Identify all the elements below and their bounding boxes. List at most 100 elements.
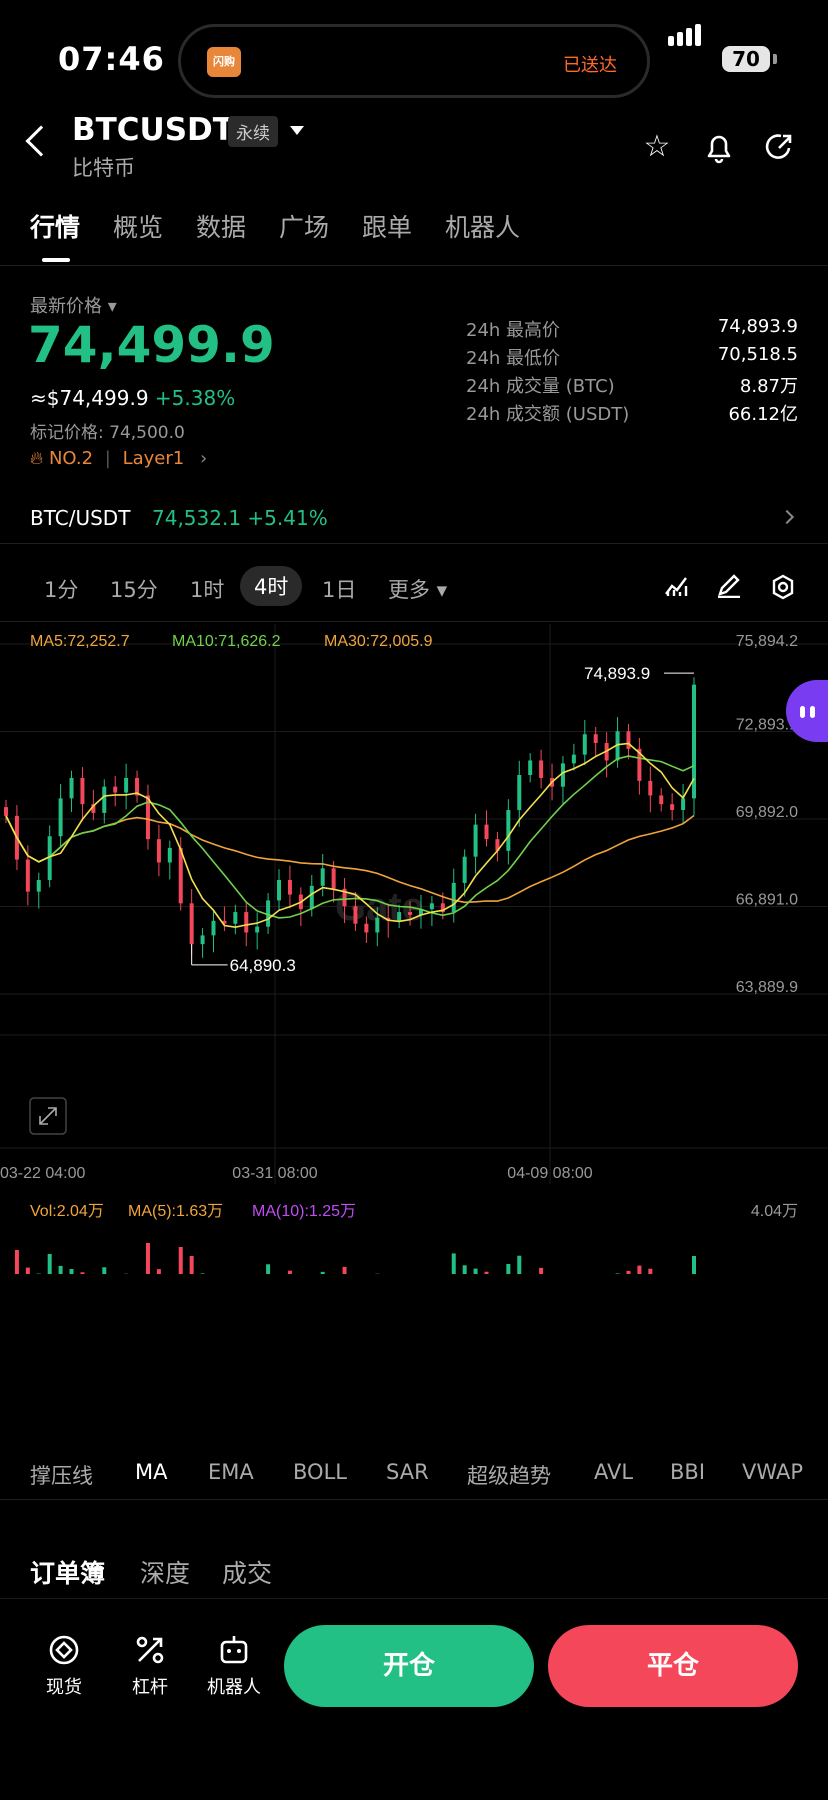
- interval-15m[interactable]: 15分: [110, 574, 158, 604]
- spot-pair-link[interactable]: BTC/USDT 74,532.1 +5.41%: [0, 498, 828, 544]
- volume-bar: [189, 1256, 194, 1274]
- indicator-supertrend[interactable]: 超级趋势: [467, 1460, 551, 1490]
- share-icon[interactable]: [762, 130, 796, 164]
- candle-body: [167, 847, 172, 863]
- y-tick-label: 63,889.9: [736, 979, 798, 996]
- candle-body: [320, 868, 325, 886]
- y-tick-label: 66,891.0: [736, 892, 798, 909]
- tab-bots[interactable]: 机器人: [445, 208, 520, 244]
- volume-bar: [47, 1254, 52, 1274]
- candle-body: [484, 824, 489, 840]
- candle-body: [244, 912, 249, 933]
- candle-body: [211, 920, 216, 936]
- leverage-icon: [110, 1633, 190, 1669]
- usd-price: ≈$74,499.9 +5.38%: [30, 386, 236, 410]
- indicator-bbi[interactable]: BBI: [670, 1460, 705, 1484]
- rank-tag[interactable]: 🔥︎ NO.2 | Layer1 ›: [30, 448, 207, 469]
- indicator-ma[interactable]: MA: [135, 1460, 167, 1484]
- tab-square[interactable]: 广场: [279, 208, 329, 244]
- delivery-status: 已送达: [563, 55, 617, 76]
- contract-type-badge: 永续: [228, 116, 278, 147]
- candle-body: [670, 804, 675, 811]
- candle-body: [451, 882, 456, 913]
- interval-more[interactable]: 更多 ▾: [388, 574, 447, 604]
- indicator-avl[interactable]: AVL: [594, 1460, 633, 1484]
- tab-depth[interactable]: 深度: [140, 1554, 190, 1590]
- interval-4h[interactable]: 4时: [240, 566, 303, 606]
- dynamic-island[interactable]: 闪购 已送达: [178, 24, 650, 98]
- tab-overview[interactable]: 概览: [113, 208, 163, 244]
- stat-low: 24h 最低价 70,518.5: [466, 344, 798, 369]
- price-summary: 最新价格 ▾ 74,499.9 ≈$74,499.9 +5.38% 标记价格: …: [0, 280, 828, 480]
- volume-bar: [517, 1255, 522, 1274]
- candle-body: [397, 912, 402, 921]
- tab-market[interactable]: 行情: [30, 208, 80, 244]
- x-tick-label: 04-09 08:00: [507, 1165, 593, 1182]
- volume-bar: [200, 1273, 205, 1274]
- orderbook-tabs: 订单簿 深度 成交: [0, 1550, 828, 1600]
- volume-bar: [648, 1268, 653, 1274]
- candle-body: [364, 923, 369, 933]
- interval-1d[interactable]: 1日: [322, 574, 356, 604]
- nav-spot[interactable]: 现货: [24, 1633, 104, 1699]
- stat-volume: 24h 成交量 (BTC) 8.87万: [466, 376, 798, 397]
- candle-body: [517, 775, 522, 811]
- section-tabs: 行情 概览 数据 广场 跟单 机器人: [0, 202, 828, 266]
- candle-body: [113, 786, 118, 793]
- pair-dropdown-icon[interactable]: [290, 126, 304, 135]
- indicator-vwap[interactable]: VWAP: [742, 1460, 803, 1484]
- candle-body: [36, 879, 41, 892]
- star-icon[interactable]: ☆: [640, 130, 674, 164]
- volume-bar: [451, 1253, 456, 1274]
- candle-body: [408, 912, 413, 915]
- volume-ma10-legend: MA(10):1.25万: [252, 1203, 356, 1220]
- candle-body: [353, 906, 358, 924]
- back-arrow-icon[interactable]: [25, 125, 57, 157]
- x-tick-label: 03-22 04:00: [0, 1165, 86, 1182]
- candle-body: [681, 798, 686, 811]
- flame-icon: 🔥︎: [30, 448, 44, 469]
- chevron-right-icon: [779, 509, 795, 525]
- indicator-boll[interactable]: BOLL: [293, 1460, 347, 1484]
- kline-chart[interactable]: Gate74,893.964,890.3MA5:72,252.7 MA10:71,…: [0, 624, 828, 1274]
- indicator-settings-icon[interactable]: [664, 574, 690, 604]
- volume-top-label: 4.04万: [751, 1203, 798, 1220]
- chart-settings-icon[interactable]: [770, 574, 796, 606]
- ma10-legend: MA10:71,626.2: [172, 633, 281, 650]
- volume-bar: [287, 1270, 292, 1274]
- battery-cap: [773, 54, 777, 64]
- last-price-label[interactable]: 最新价格 ▾: [30, 292, 117, 318]
- interval-1h[interactable]: 1时: [190, 574, 224, 604]
- candle-body: [277, 879, 282, 901]
- tab-copy-trade[interactable]: 跟单: [362, 208, 412, 244]
- tab-trades[interactable]: 成交: [222, 1554, 272, 1590]
- volume-bar: [69, 1269, 74, 1274]
- ma5-legend: MA5:72,252.7: [30, 633, 130, 650]
- candle-body: [156, 839, 161, 863]
- interval-1m[interactable]: 1分: [44, 574, 78, 604]
- nav-leverage[interactable]: 杠杆: [110, 1633, 190, 1699]
- candle-body: [659, 795, 664, 805]
- volume-bar: [637, 1265, 642, 1274]
- volume-bar: [156, 1269, 161, 1274]
- tab-data[interactable]: 数据: [196, 208, 246, 244]
- volume-legend: Vol:2.04万: [30, 1203, 104, 1220]
- volume-bar: [102, 1267, 107, 1274]
- spot-pair-name: BTC/USDT: [30, 506, 131, 530]
- candle-body: [69, 777, 74, 799]
- indicator-support-resistance[interactable]: 撑压线: [30, 1460, 93, 1490]
- pair-symbol[interactable]: BTCUSDT: [72, 112, 234, 148]
- nav-robot[interactable]: 机器人: [194, 1633, 274, 1699]
- open-position-button[interactable]: 开仓: [284, 1625, 534, 1707]
- volume-bar: [266, 1264, 271, 1274]
- bell-icon[interactable]: [702, 130, 736, 164]
- close-position-button[interactable]: 平仓: [548, 1625, 798, 1707]
- ma30-legend: MA30:72,005.9: [324, 633, 433, 650]
- candle-body: [375, 917, 380, 933]
- candle-body: [4, 807, 8, 816]
- tab-orderbook[interactable]: 订单簿: [30, 1554, 105, 1590]
- indicator-sar[interactable]: SAR: [386, 1460, 429, 1484]
- indicator-ema[interactable]: EMA: [208, 1460, 254, 1484]
- draw-pen-icon[interactable]: [716, 574, 742, 604]
- last-price: 74,499.9: [28, 316, 275, 374]
